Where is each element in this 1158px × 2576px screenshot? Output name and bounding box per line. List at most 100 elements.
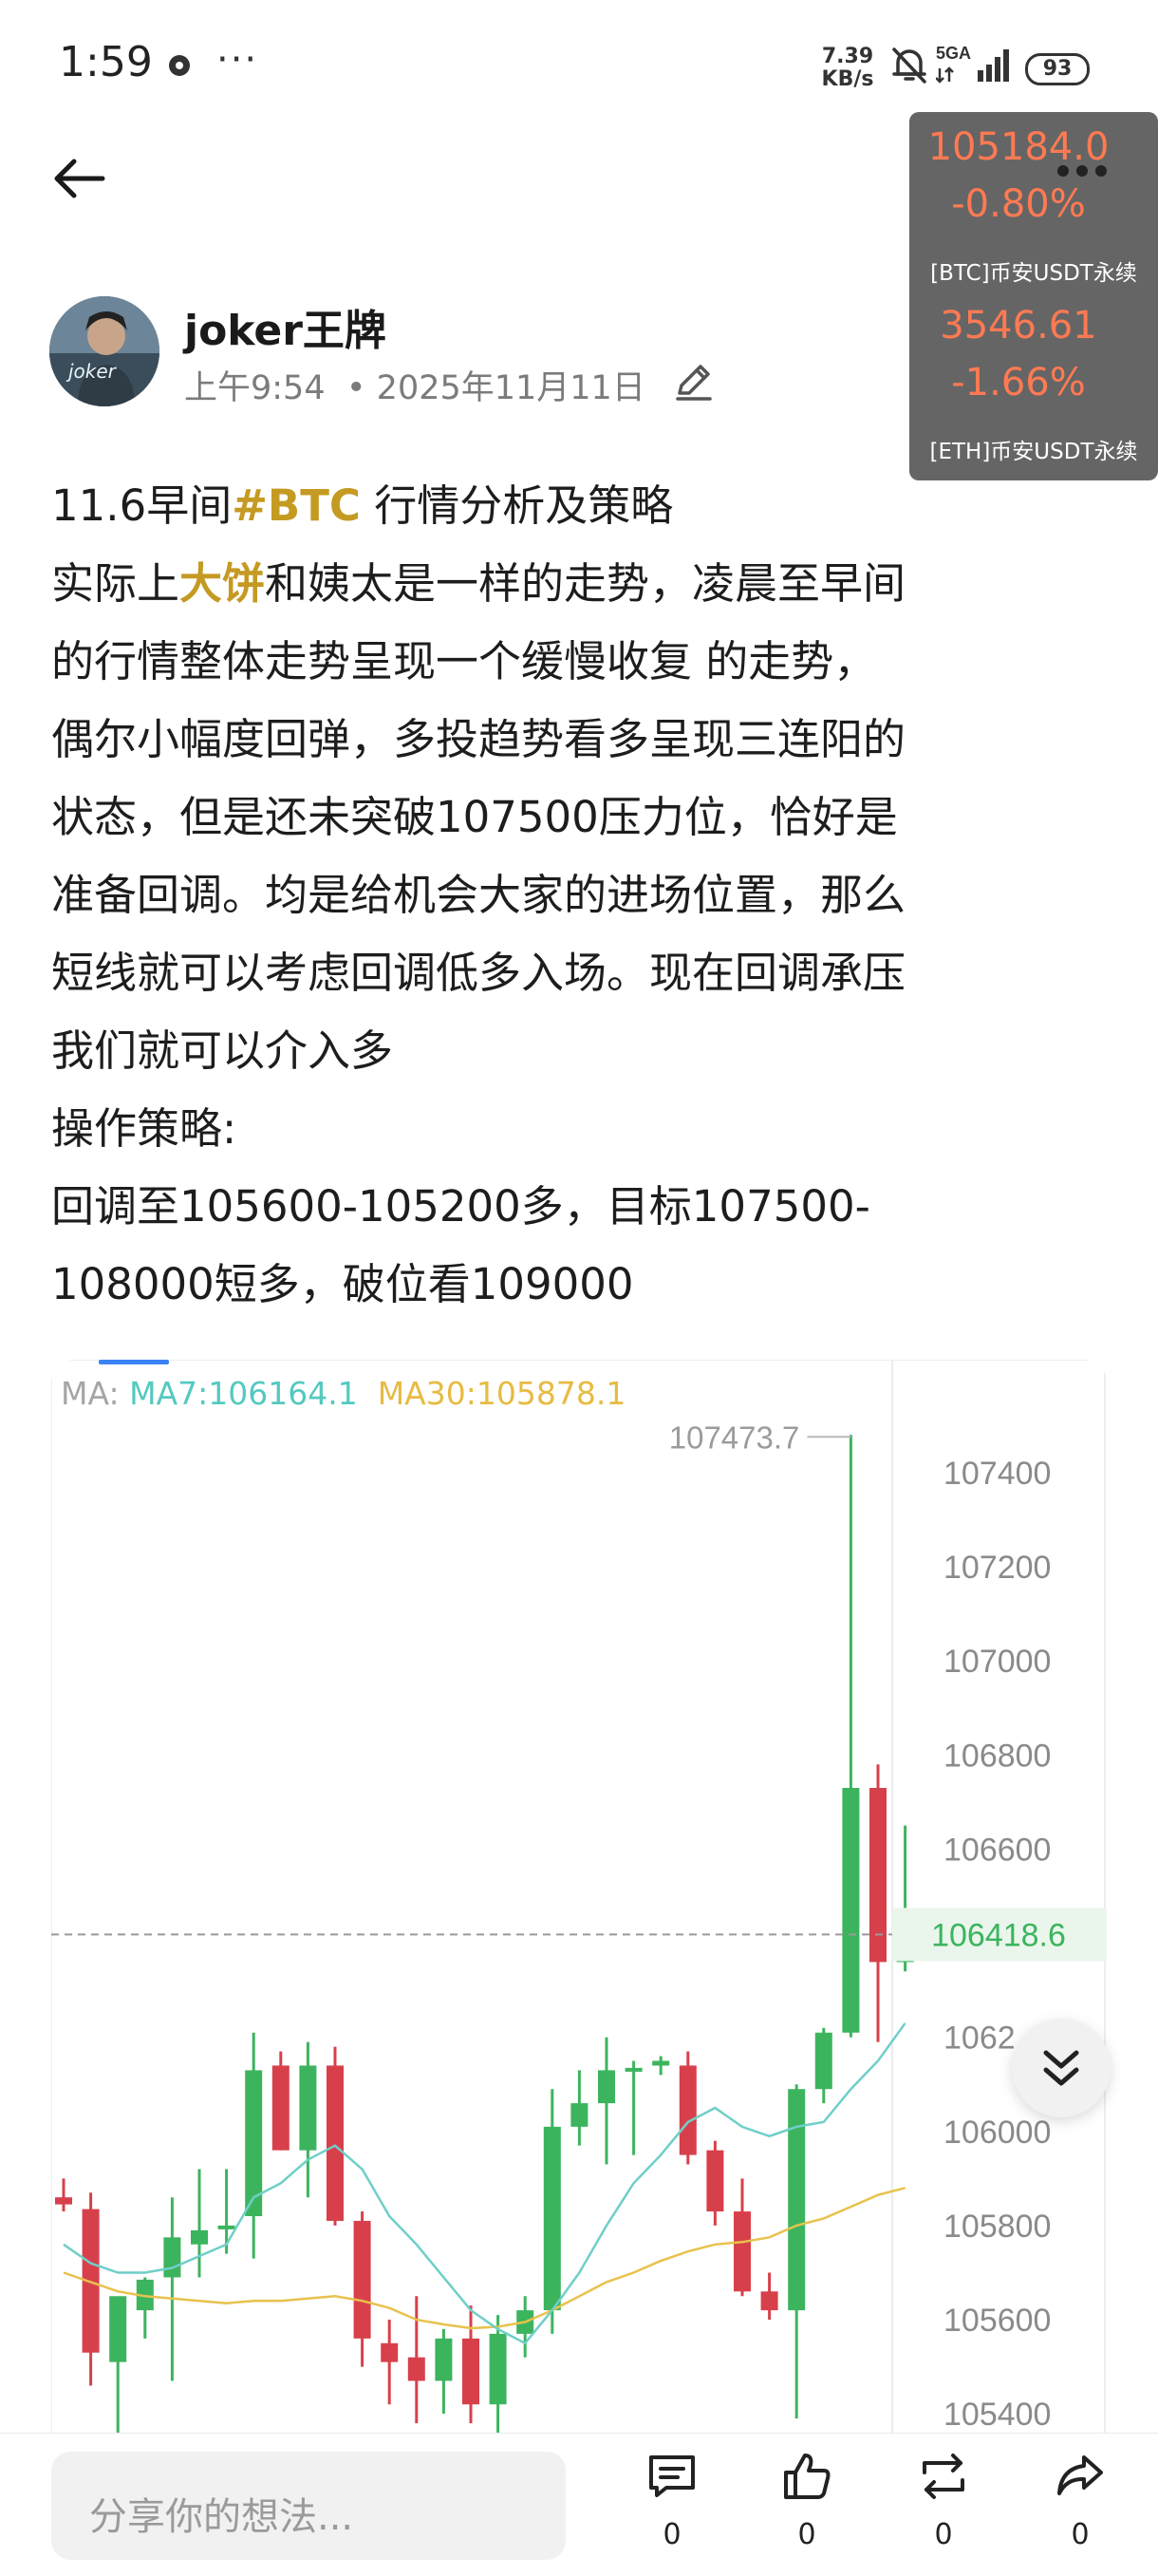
candle-body xyxy=(191,2229,208,2245)
candle-body xyxy=(543,2126,561,2311)
price-chart-image[interactable]: 105400 105600 105800 106000 1062 106600 106800… xyxy=(51,1360,1107,2433)
comment-icon xyxy=(649,2455,695,2497)
share-icon xyxy=(1057,2455,1103,2495)
signal-icon: 5GA xyxy=(936,44,1009,84)
candlestick-chart: 105400 105600 105800 106000 1062 106600 106800… xyxy=(51,1360,1107,2433)
candle-body xyxy=(109,2296,127,2362)
btc-change: -0.80% xyxy=(951,182,1086,226)
candle-body xyxy=(814,2032,832,2090)
scroll-down-button[interactable] xyxy=(1012,2019,1111,2117)
eth-price: 3546.61 xyxy=(940,304,1097,348)
author-name[interactable]: joker王牌 xyxy=(184,296,386,357)
candle-body xyxy=(163,2237,181,2278)
arrow-left-icon xyxy=(54,159,105,198)
post-title: 11.6早间#BTC 行情分析及策略 xyxy=(51,480,674,531)
status-time: 1:59 xyxy=(59,38,153,86)
current-price-label: 106418.6 xyxy=(931,1917,1066,1953)
repost-icon xyxy=(923,2454,964,2499)
ma7-label: MA7:106164.1 xyxy=(129,1375,358,1412)
body-line: 偶尔小幅度回弹，多投趋势看多呈现三连阳的 xyxy=(51,714,906,764)
candle-body xyxy=(217,2225,235,2229)
candle-body xyxy=(435,2338,453,2381)
candle-body xyxy=(842,1788,860,2033)
thumbs-up-icon xyxy=(784,2454,831,2499)
y-tick-label: 107000 xyxy=(943,1644,1051,1680)
candle-body xyxy=(869,1788,887,1963)
network-speed-unit: KB/s xyxy=(821,67,874,91)
status-more: ··· xyxy=(216,38,259,82)
ma-prefix: MA: xyxy=(61,1375,120,1412)
post-date: 2025年11月11日 xyxy=(376,369,645,407)
hashtag-btc[interactable]: #BTC xyxy=(232,480,361,531)
post-body: 11.6早间#BTC 行情分析及策略 实际上大饼和姨太是一样的走势，凌晨至早间 … xyxy=(51,467,1124,1324)
avatar[interactable]: joker xyxy=(49,296,159,406)
more-horizontal-icon[interactable] xyxy=(1055,163,1109,179)
like-button[interactable]: 0 xyxy=(761,2450,852,2564)
post-meta: 上午9:54 • 2025年11月11日 xyxy=(184,361,645,409)
candle-body xyxy=(760,2291,778,2311)
candle-body xyxy=(625,2067,643,2072)
pencil-icon[interactable] xyxy=(670,359,716,404)
y-tick-label: 1062 xyxy=(943,2021,1016,2057)
post-time: 上午9:54 xyxy=(184,369,326,407)
svg-text:5GA: 5GA xyxy=(936,44,971,63)
chart-tab-indicator xyxy=(99,1360,169,1364)
candle-body xyxy=(407,2357,425,2381)
eth-label: [ETH]币安USDT永续 xyxy=(929,440,1138,464)
y-tick-label: 106000 xyxy=(943,2115,1051,2151)
candle-body xyxy=(706,2150,724,2212)
body-line: 短线就可以考虑回调低多入场。现在回调承压 xyxy=(51,948,906,998)
candle-body xyxy=(327,2065,344,2221)
y-tick-label: 107200 xyxy=(943,1550,1051,1586)
btc-label: [BTC]币安USDT永续 xyxy=(930,261,1137,286)
app-notification-icon xyxy=(169,55,190,76)
share-count: 0 xyxy=(1071,2518,1090,2551)
comment-placeholder: 分享你的想法... xyxy=(89,2495,354,2539)
comment-count: 0 xyxy=(663,2518,682,2551)
double-chevron-down-icon xyxy=(1043,2050,1079,2086)
candle-body xyxy=(598,2070,615,2104)
network-speed-value: 7.39 xyxy=(821,45,874,68)
y-tick-label: 106800 xyxy=(943,1738,1051,1774)
share-button[interactable]: 0 xyxy=(1035,2450,1126,2564)
candle-body xyxy=(489,2333,507,2405)
bell-off-icon xyxy=(892,47,926,84)
candle-body xyxy=(652,2060,670,2066)
y-tick-label: 105800 xyxy=(943,2209,1051,2245)
strategy-heading: 操作策略: xyxy=(51,1103,237,1154)
candle-body xyxy=(788,2089,806,2311)
candle-body xyxy=(734,2211,751,2292)
body-line: 实际上大饼和姨太是一样的走势，凌晨至早间 xyxy=(51,558,906,609)
candle-body xyxy=(271,2065,290,2151)
y-tick-label: 106600 xyxy=(943,1832,1051,1868)
ma30-label: MA30:105878.1 xyxy=(377,1375,626,1412)
candle-body xyxy=(462,2338,479,2405)
candle-body xyxy=(353,2220,371,2339)
like-count: 0 xyxy=(797,2518,816,2551)
body-line: 准备回调。均是给机会大家的进场位置，那么 xyxy=(51,870,906,920)
candle-body xyxy=(381,2342,399,2362)
price-ticker-widget[interactable]: 105184.0 -0.80% [BTC]币安USDT永续 3546.61 -1… xyxy=(909,112,1158,480)
body-line: 我们就可以介入多 xyxy=(51,1025,394,1076)
repost-count: 0 xyxy=(934,2518,953,2551)
y-tick-label: 105400 xyxy=(943,2397,1051,2433)
body-line: 的行情整体走势呈现一个缓慢收复 的走势， xyxy=(51,636,877,686)
candle-body xyxy=(570,2103,588,2127)
meta-separator: • xyxy=(346,369,366,407)
candle-body xyxy=(55,2197,72,2205)
body-line: 状态，但是还未突破107500压力位，恰好是 xyxy=(51,792,898,842)
comment-button[interactable]: 0 xyxy=(626,2450,718,2564)
candle-body xyxy=(299,2065,317,2151)
y-tick-label: 107400 xyxy=(943,1456,1051,1492)
candle-body xyxy=(679,2065,697,2155)
repost-button[interactable]: 0 xyxy=(898,2450,989,2564)
network-speed: 7.39 KB/s xyxy=(816,46,879,91)
eth-change: -1.66% xyxy=(951,361,1086,404)
high-annotation: 107473.7 xyxy=(669,1420,800,1455)
keyword-link[interactable]: 大饼 xyxy=(179,558,265,609)
strategy-line: 108000短多，破位看109000 xyxy=(51,1259,634,1309)
back-button[interactable] xyxy=(47,152,110,205)
strategy-line: 回调至105600-105200多，目标107500- xyxy=(51,1181,870,1232)
comment-input[interactable]: 分享你的想法... xyxy=(51,2452,566,2560)
y-tick-label: 105600 xyxy=(943,2303,1051,2339)
